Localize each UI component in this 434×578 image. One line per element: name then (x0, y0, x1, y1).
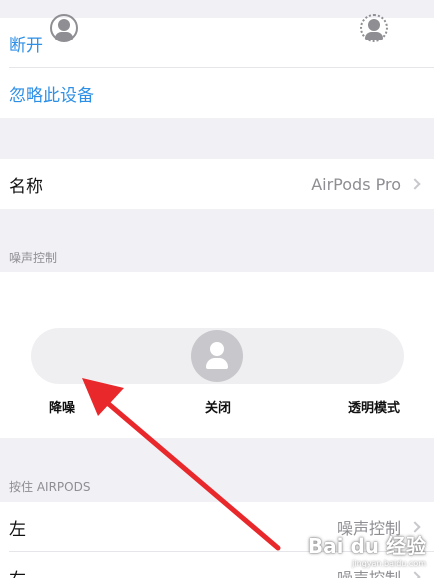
press-and-hold-header: 按住 AIRPODS (9, 480, 91, 494)
noise-cancellation-option[interactable] (44, 0, 84, 56)
watermark-sub: jingyan.baidu.com (352, 559, 426, 568)
name-value-text: AirPods Pro (311, 174, 401, 194)
noise-cancellation-icon (50, 14, 78, 42)
name-label: 名称 (9, 176, 43, 197)
name-row[interactable]: 名称 AirPods Pro (0, 159, 434, 209)
transparency-option[interactable] (354, 0, 394, 56)
off-option[interactable] (191, 330, 243, 382)
off-icon (210, 342, 224, 356)
off-icon-body (206, 358, 228, 369)
forget-device-label: 忽略此设备 (9, 85, 94, 106)
name-group: 名称 AirPods Pro (0, 159, 434, 209)
transparency-label: 透明模式 (347, 401, 400, 416)
baidu-watermark: Bai du 经验 jingyan.baidu.com (308, 530, 426, 568)
person-head-shape (58, 19, 70, 31)
transparency-icon (360, 14, 388, 42)
left-label: 左 (9, 519, 26, 540)
person-body-shape (55, 32, 73, 40)
forget-device-button[interactable]: 忽略此设备 (0, 68, 434, 118)
watermark-main: Bai du 经验 (307, 534, 426, 558)
noise-cancellation-label: 降噪 (48, 401, 75, 416)
name-value: AirPods Pro (311, 175, 425, 194)
off-label: 关闭 (204, 401, 231, 416)
chevron-right-icon (409, 178, 421, 190)
chevron-right-icon (409, 571, 421, 578)
person-body-shape (365, 32, 383, 40)
right-label: 右 (9, 565, 26, 578)
person-head-shape (368, 19, 380, 31)
disconnect-label: 断开 (9, 35, 43, 56)
noise-control-header: 噪声控制 (9, 251, 58, 265)
